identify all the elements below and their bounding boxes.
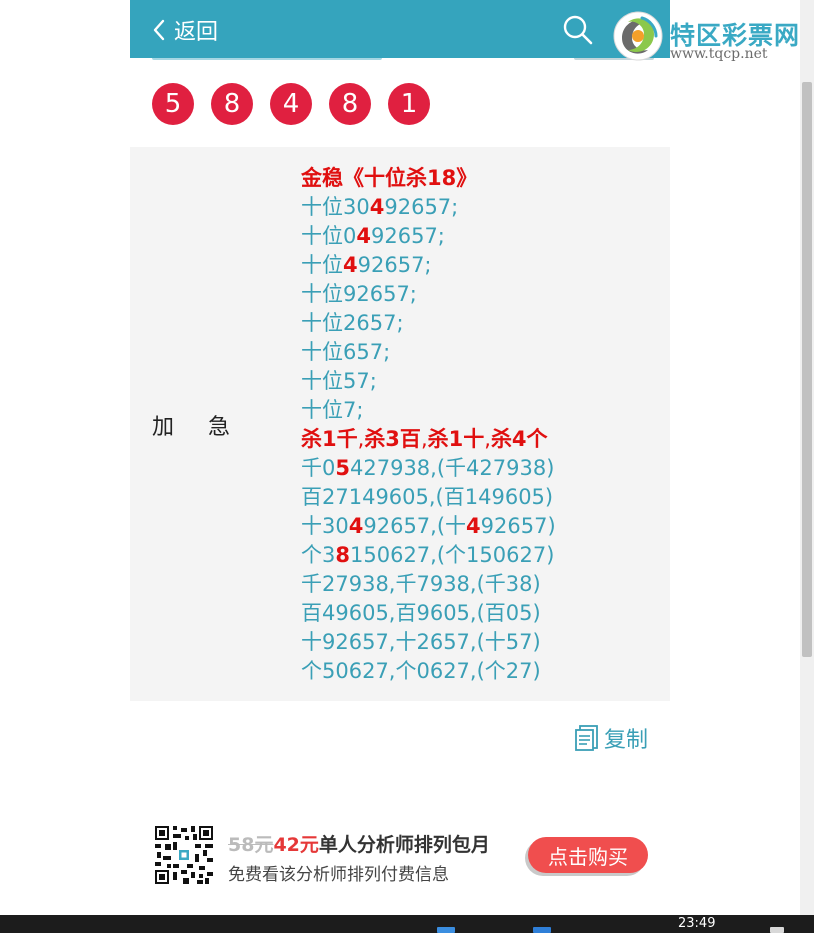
line-text: 个50627,个0627,(个27) <box>301 659 541 683</box>
taskbar-clock: 23:49 <box>678 916 716 931</box>
highlight-digit: 4 <box>466 514 481 538</box>
prediction-line: 金稳《十位杀18》 <box>301 164 556 193</box>
highlight-digit: 4 <box>369 195 385 219</box>
draw-numbers: 58481 <box>152 83 430 125</box>
highlight-digit: 5 <box>335 456 350 480</box>
back-button[interactable]: 返回 <box>152 14 218 46</box>
highlight-digit: 杀3百 <box>364 427 421 451</box>
copy-button[interactable]: 复制 <box>574 722 648 754</box>
highlight-digit: 4 <box>348 514 364 538</box>
prediction-line: 个38150627,(个150627) <box>301 541 556 570</box>
prediction-panel: 加急 金稳《十位杀18》 十位30492657; 十位0492657; 十位49265… <box>130 147 670 701</box>
scrollbar-thumb[interactable] <box>802 82 812 657</box>
document-copy-icon <box>575 725 598 751</box>
logo-url: www.tqcp.net <box>670 46 768 62</box>
highlight-digit: 杀1千 <box>301 427 358 451</box>
prediction-line: 十位7; <box>301 396 556 425</box>
site-logo: 特区彩票网 www.tqcp.net <box>612 6 812 62</box>
old-price: 58元 <box>228 834 274 856</box>
line-text: 千0 <box>301 456 336 480</box>
line-text: 十位30 <box>301 195 370 219</box>
copy-label: 复制 <box>604 728 649 753</box>
line-text: 十30 <box>301 514 349 538</box>
line-text: 92657) <box>480 514 556 538</box>
line-text: , <box>420 427 428 451</box>
number-ball: 5 <box>152 83 194 125</box>
line-text: , <box>484 427 491 451</box>
back-label: 返回 <box>174 20 219 45</box>
number-ball: 1 <box>388 83 430 125</box>
prediction-line: 百27149605,(百149605) <box>301 483 556 512</box>
line-text: 十位57; <box>301 369 377 393</box>
line-text: 92657; <box>384 195 459 219</box>
number-ball: 8 <box>211 83 253 125</box>
line-text: 十位2657; <box>301 311 404 335</box>
prediction-line: 十位657; <box>301 338 556 367</box>
prediction-line: 百49605,百9605,(百05) <box>301 599 556 628</box>
prediction-line: 十位2657; <box>301 309 556 338</box>
new-price: 42元 <box>273 834 319 856</box>
taskbar-app-icon[interactable] <box>437 927 455 933</box>
taskbar-app-icon[interactable] <box>533 927 551 933</box>
line-text: 427938,(千427938) <box>350 456 555 480</box>
prediction-line: 十位492657; <box>301 251 556 280</box>
line-text: 百27149605,(百149605) <box>301 485 554 509</box>
line-text: 金稳《十位杀18》 <box>301 166 478 190</box>
line-text: 十位657; <box>301 340 391 364</box>
number-ball: 8 <box>329 83 371 125</box>
line-text: 百49605,百9605,(百05) <box>301 601 541 625</box>
prediction-line: 十92657,十2657,(十57) <box>301 628 556 657</box>
logo-swirl-icon <box>613 11 663 61</box>
buy-button[interactable]: 点击购买 <box>528 837 648 873</box>
prediction-line: 千05427938,(千427938) <box>301 454 556 483</box>
prediction-line: 十位92657; <box>301 280 556 309</box>
line-text: 92657; <box>357 253 432 277</box>
line-text: 十92657,十2657,(十57) <box>301 630 541 654</box>
search-icon[interactable] <box>562 14 594 46</box>
taskbar-notification-icon[interactable] <box>770 927 784 933</box>
line-text: 十位7; <box>301 398 364 422</box>
highlight-digit: 杀4个 <box>490 427 548 451</box>
prediction-line: 个50627,个0627,(个27) <box>301 657 556 686</box>
line-text: 92657,(十 <box>363 514 467 538</box>
highlight-digit: 杀1十 <box>427 427 485 451</box>
prediction-line: 十位30492657; <box>301 193 556 222</box>
promo-banner: 58元42元单人分析师排列包月 免费看该分析师排列付费信息 点击购买 <box>155 826 655 885</box>
package-name: 单人分析师排列包月 <box>318 834 490 856</box>
app-header: 返回 <box>130 0 670 58</box>
prediction-line: 十位57; <box>301 367 556 396</box>
qr-code-icon <box>155 826 213 884</box>
line-text: 十位0 <box>301 224 357 248</box>
line-text: 个3 <box>301 543 336 567</box>
prediction-line: 十位0492657; <box>301 222 556 251</box>
highlight-digit: 4 <box>343 253 358 277</box>
line-text: 150627,(个150627) <box>350 543 555 567</box>
prediction-line: 杀1千,杀3百,杀1十,杀4个 <box>301 425 556 454</box>
prediction-line: 千27938,千7938,(千38) <box>301 570 556 599</box>
highlight-digit: 4 <box>356 224 371 248</box>
row-label: 加急 <box>152 415 265 440</box>
number-ball: 4 <box>270 83 312 125</box>
line-text: 十位92657; <box>301 282 417 306</box>
os-taskbar: 23:49 <box>0 915 814 933</box>
chevron-left-icon <box>153 19 165 41</box>
line-text: 92657; <box>371 224 445 248</box>
line-text: 千27938,千7938,(千38) <box>301 572 541 596</box>
promo-subtitle: 免费看该分析师排列付费信息 <box>228 865 449 885</box>
prediction-line: 十30492657,(十492657) <box>301 512 556 541</box>
promo-title: 58元42元单人分析师排列包月 <box>228 830 490 857</box>
line-text: 十位 <box>301 253 343 277</box>
highlight-digit: 8 <box>335 543 350 567</box>
prediction-lines: 金稳《十位杀18》 十位30492657; 十位0492657; 十位492657; 十… <box>301 164 556 686</box>
